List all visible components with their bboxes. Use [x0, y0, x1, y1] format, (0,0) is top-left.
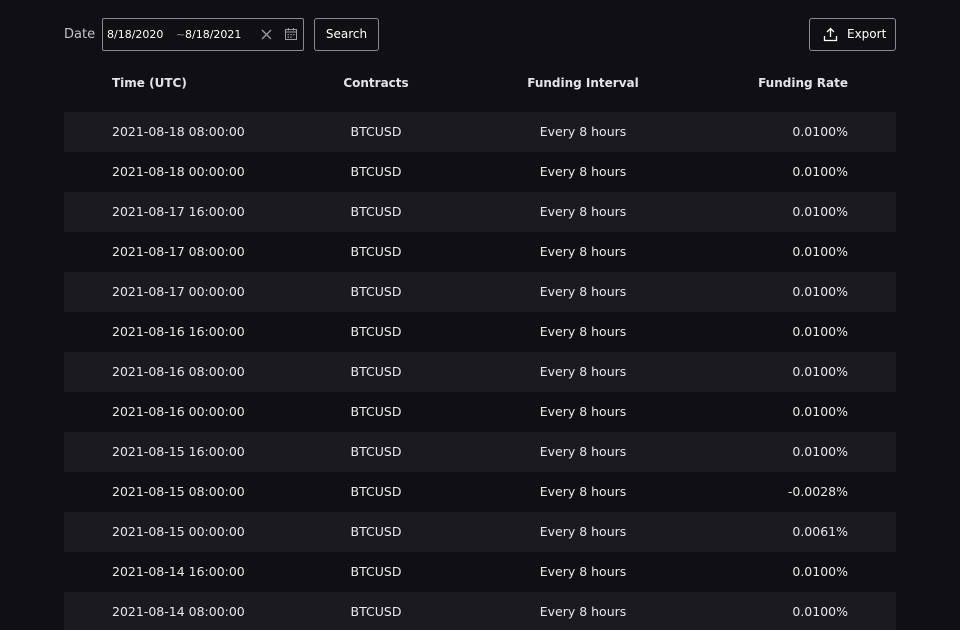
cell-rate: 0.0100%: [792, 604, 848, 619]
cell-time: 2021-08-16 00:00:00: [112, 404, 245, 419]
cell-contract: BTCUSD: [350, 524, 402, 539]
cell-contract: BTCUSD: [350, 564, 402, 579]
header-rate[interactable]: Funding Rate: [758, 63, 848, 103]
start-date-input[interactable]: [107, 19, 171, 50]
date-separator: ~: [176, 28, 186, 41]
export-button[interactable]: Export: [809, 18, 896, 51]
filter-toolbar: Date ~ Search: [64, 18, 896, 51]
date-range-picker[interactable]: ~: [102, 18, 304, 51]
cell-contract: BTCUSD: [350, 324, 402, 339]
table-row: 2021-08-16 08:00:00 BTCUSD Every 8 hours…: [64, 352, 896, 392]
funding-history-page: Date ~ Search: [0, 0, 960, 630]
table-row: 2021-08-14 08:00:00 BTCUSD Every 8 hours…: [64, 592, 896, 630]
cell-interval: Every 8 hours: [539, 284, 627, 299]
table-row: 2021-08-15 08:00:00 BTCUSD Every 8 hours…: [64, 472, 896, 512]
cell-interval: Every 8 hours: [539, 244, 627, 259]
cell-time: 2021-08-14 16:00:00: [112, 564, 245, 579]
cell-time: 2021-08-15 00:00:00: [112, 524, 245, 539]
table-row: 2021-08-14 16:00:00 BTCUSD Every 8 hours…: [64, 552, 896, 592]
header-contracts[interactable]: Contracts: [294, 63, 458, 103]
cell-interval: Every 8 hours: [539, 404, 627, 419]
cell-time: 2021-08-17 00:00:00: [112, 284, 245, 299]
cell-rate: 0.0100%: [792, 204, 848, 219]
cell-contract: BTCUSD: [350, 164, 402, 179]
cell-rate: 0.0100%: [792, 364, 848, 379]
cell-rate: 0.0100%: [792, 164, 848, 179]
cell-contract: BTCUSD: [350, 444, 402, 459]
date-label: Date: [64, 27, 96, 42]
cell-rate: 0.0100%: [792, 404, 848, 419]
cell-rate: 0.0061%: [792, 524, 848, 539]
cell-rate: -0.0028%: [787, 484, 848, 499]
cell-time: 2021-08-15 08:00:00: [112, 484, 245, 499]
cell-time: 2021-08-17 16:00:00: [112, 204, 245, 219]
cell-time: 2021-08-17 08:00:00: [112, 244, 245, 259]
cell-contract: BTCUSD: [350, 284, 402, 299]
cell-interval: Every 8 hours: [539, 364, 627, 379]
table-row: 2021-08-16 16:00:00 BTCUSD Every 8 hours…: [64, 312, 896, 352]
table-body: 2021-08-18 08:00:00 BTCUSD Every 8 hours…: [64, 112, 896, 630]
cell-contract: BTCUSD: [350, 404, 402, 419]
cell-contract: BTCUSD: [350, 484, 402, 499]
cell-interval: Every 8 hours: [539, 444, 627, 459]
cell-time: 2021-08-14 08:00:00: [112, 604, 245, 619]
table-row: 2021-08-15 00:00:00 BTCUSD Every 8 hours…: [64, 512, 896, 552]
table-row: 2021-08-17 08:00:00 BTCUSD Every 8 hours…: [64, 232, 896, 272]
cell-time: 2021-08-16 08:00:00: [112, 364, 245, 379]
header-time[interactable]: Time (UTC): [112, 63, 187, 103]
cell-time: 2021-08-16 16:00:00: [112, 324, 245, 339]
cell-contract: BTCUSD: [350, 124, 402, 139]
upload-icon: [823, 27, 838, 42]
cell-rate: 0.0100%: [792, 324, 848, 339]
end-date-input[interactable]: [185, 19, 249, 50]
cell-time: 2021-08-15 16:00:00: [112, 444, 245, 459]
cell-contract: BTCUSD: [350, 204, 402, 219]
funding-table: Time (UTC) Contracts Funding Interval Fu…: [64, 63, 896, 630]
table-row: 2021-08-17 16:00:00 BTCUSD Every 8 hours…: [64, 192, 896, 232]
search-button[interactable]: Search: [314, 18, 379, 51]
cell-time: 2021-08-18 08:00:00: [112, 124, 245, 139]
cell-contract: BTCUSD: [350, 364, 402, 379]
cell-rate: 0.0100%: [792, 564, 848, 579]
cell-contract: BTCUSD: [350, 244, 402, 259]
header-interval[interactable]: Funding Interval: [493, 63, 673, 103]
cell-interval: Every 8 hours: [539, 564, 627, 579]
table-header: Time (UTC) Contracts Funding Interval Fu…: [64, 63, 896, 103]
table-row: 2021-08-18 08:00:00 BTCUSD Every 8 hours…: [64, 112, 896, 152]
cell-rate: 0.0100%: [792, 444, 848, 459]
close-icon[interactable]: [260, 28, 273, 41]
cell-interval: Every 8 hours: [539, 484, 627, 499]
cell-interval: Every 8 hours: [539, 164, 627, 179]
calendar-icon[interactable]: [284, 27, 298, 41]
cell-rate: 0.0100%: [792, 244, 848, 259]
cell-interval: Every 8 hours: [539, 324, 627, 339]
cell-contract: BTCUSD: [350, 604, 402, 619]
cell-interval: Every 8 hours: [539, 524, 627, 539]
table-row: 2021-08-15 16:00:00 BTCUSD Every 8 hours…: [64, 432, 896, 472]
table-row: 2021-08-17 00:00:00 BTCUSD Every 8 hours…: [64, 272, 896, 312]
table-row: 2021-08-16 00:00:00 BTCUSD Every 8 hours…: [64, 392, 896, 432]
cell-rate: 0.0100%: [792, 284, 848, 299]
cell-interval: Every 8 hours: [539, 604, 627, 619]
cell-interval: Every 8 hours: [539, 124, 627, 139]
export-label: Export: [847, 27, 887, 41]
cell-interval: Every 8 hours: [539, 204, 627, 219]
table-row: 2021-08-18 00:00:00 BTCUSD Every 8 hours…: [64, 152, 896, 192]
cell-time: 2021-08-18 00:00:00: [112, 164, 245, 179]
cell-rate: 0.0100%: [792, 124, 848, 139]
